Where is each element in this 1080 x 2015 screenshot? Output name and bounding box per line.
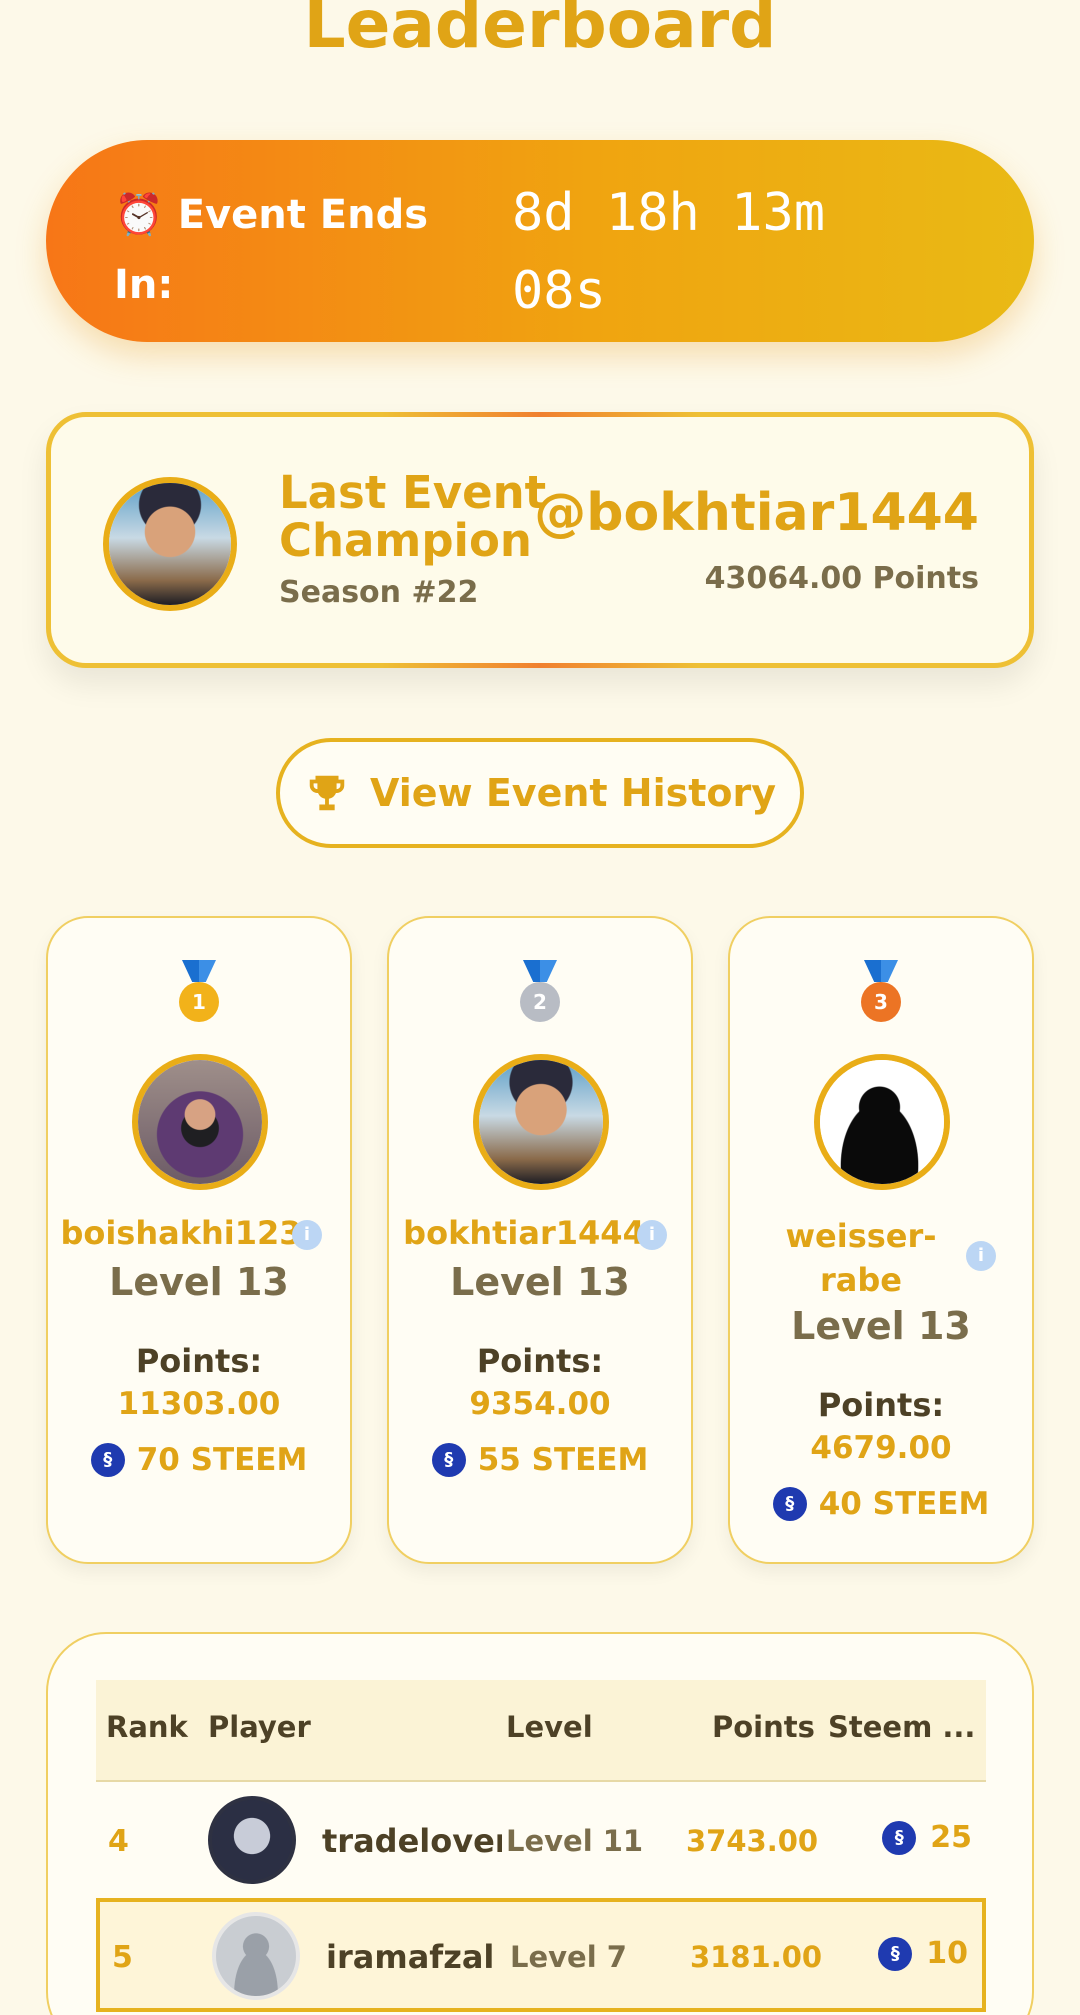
countdown-value: 8d 18h 13m 08s bbox=[512, 183, 826, 321]
podium-points: 11303.00 bbox=[117, 1386, 281, 1422]
podium-reward: § 70 STEEM bbox=[48, 1442, 350, 1478]
silver-medal-icon: 2 bbox=[389, 960, 691, 1022]
leaderboard-table: Rank Player Level Points Steem ... 4 tra… bbox=[46, 1632, 1034, 2015]
player-avatar bbox=[814, 1054, 950, 1190]
header-points[interactable]: Points bbox=[712, 1710, 815, 1744]
table-row-current-user[interactable]: 5 iramafzal Level 7 3181.00 § 10 bbox=[96, 1898, 986, 2012]
podium-reward: § 40 STEEM bbox=[730, 1486, 1032, 1522]
event-timer-banner: ⏰ Event Ends In: 8d 18h 13m 08s bbox=[46, 140, 1034, 342]
event-ends-label: ⏰ Event Ends In: bbox=[114, 192, 429, 308]
champion-points: 43064.00 Points bbox=[704, 561, 979, 596]
trophy-icon bbox=[309, 775, 345, 811]
header-player[interactable]: Player bbox=[208, 1710, 311, 1744]
podium-username[interactable]: boishakhi123 bbox=[30, 1214, 332, 1252]
info-icon[interactable]: i bbox=[966, 1241, 996, 1271]
podium-points: 4679.00 bbox=[810, 1430, 952, 1466]
podium-card-third[interactable]: 3 weisser-rabe i Level 13 Points: 4679.0… bbox=[728, 916, 1034, 1564]
podium-level: Level 13 bbox=[450, 1260, 630, 1304]
champion-avatar bbox=[103, 477, 237, 611]
champion-title: Last Event Champion bbox=[279, 466, 547, 567]
header-level[interactable]: Level bbox=[506, 1710, 593, 1744]
player-avatar bbox=[473, 1054, 609, 1190]
steem-icon: § bbox=[772, 1487, 807, 1521]
steem-icon: § bbox=[878, 1936, 913, 1971]
bronze-medal-icon: 3 bbox=[730, 960, 1032, 1022]
player-avatar bbox=[208, 1796, 296, 1884]
steem-icon: § bbox=[431, 1443, 466, 1477]
header-rank[interactable]: Rank bbox=[106, 1710, 188, 1744]
last-event-champion-card: Last Event Champion Season #22 @bokhtiar… bbox=[46, 412, 1034, 668]
info-icon[interactable]: i bbox=[637, 1220, 667, 1250]
table-header: Rank Player Level Points Steem ... bbox=[96, 1680, 986, 1782]
champion-season: Season #22 bbox=[279, 575, 479, 610]
champion-username[interactable]: @bokhtiar1444 bbox=[534, 483, 979, 543]
view-event-history-button[interactable]: View Event History bbox=[276, 738, 804, 848]
podium-username[interactable]: bokhtiar1444 bbox=[373, 1214, 675, 1252]
default-avatar-icon bbox=[212, 1912, 300, 2000]
podium-reward: § 55 STEEM bbox=[389, 1442, 691, 1478]
steem-icon: § bbox=[882, 1820, 917, 1855]
info-icon[interactable]: i bbox=[292, 1220, 322, 1250]
podium-level: Level 13 bbox=[791, 1304, 971, 1348]
page-title: Leaderboard bbox=[303, 0, 777, 63]
points-label: Points: bbox=[476, 1342, 604, 1380]
gold-medal-icon: 1 bbox=[48, 960, 350, 1022]
table-row[interactable]: 4 tradelover Level 11 3743.00 § 25 bbox=[96, 1784, 986, 1898]
player-avatar bbox=[132, 1054, 268, 1190]
podium-card-second[interactable]: 2 bokhtiar1444 i Level 13 Points: 9354.0… bbox=[387, 916, 693, 1564]
podium-card-first[interactable]: 1 boishakhi123 i Level 13 Points: 11303.… bbox=[46, 916, 352, 1564]
steem-icon: § bbox=[90, 1443, 125, 1477]
points-label: Points: bbox=[817, 1386, 945, 1424]
points-label: Points: bbox=[135, 1342, 263, 1380]
header-steem[interactable]: Steem ... bbox=[828, 1710, 975, 1744]
podium-level: Level 13 bbox=[109, 1260, 289, 1304]
podium-points: 9354.00 bbox=[469, 1386, 611, 1422]
